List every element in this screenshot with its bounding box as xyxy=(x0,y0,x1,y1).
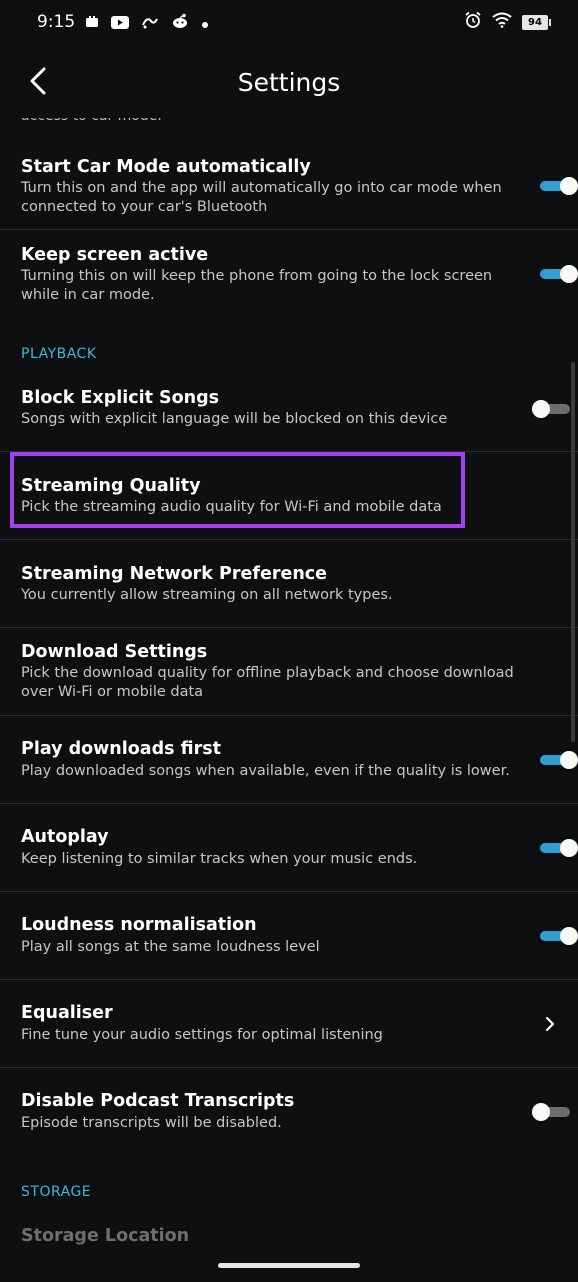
toggle-knob xyxy=(560,265,578,283)
setting-subtitle: Fine tune your audio settings for optima… xyxy=(21,1027,383,1043)
status-right-icons: 94 xyxy=(464,11,551,33)
toggle-knob xyxy=(560,927,578,945)
setting-title: Download Settings xyxy=(21,642,208,662)
play-downloads-first-toggle[interactable] xyxy=(540,751,578,769)
setting-streaming-network[interactable]: Streaming Network Preference You current… xyxy=(0,540,578,628)
setting-title: Equaliser xyxy=(21,1003,113,1023)
setting-start-car-mode[interactable]: Start Car Mode automatically Turn this o… xyxy=(0,144,578,230)
setting-equaliser[interactable]: Equaliser Fine tune your audio settings … xyxy=(0,980,578,1068)
setting-subtitle: You currently allow streaming on all net… xyxy=(21,587,393,603)
scrollbar[interactable] xyxy=(571,362,575,742)
setting-keep-screen-active[interactable]: Keep screen active Turning this on will … xyxy=(0,230,578,318)
setting-title: Autoplay xyxy=(21,827,109,847)
reddit-icon xyxy=(171,13,189,33)
setting-title: Play downloads first xyxy=(21,739,222,759)
wifi-icon xyxy=(492,12,512,32)
section-storage: STORAGE xyxy=(21,1184,92,1200)
navigation-bar xyxy=(0,1250,578,1282)
battery-icon: 94 xyxy=(522,14,551,30)
start-car-mode-toggle[interactable] xyxy=(540,177,578,195)
status-left-icons xyxy=(85,13,209,33)
setting-subtitle: Pick the download quality for offline pl… xyxy=(21,665,514,700)
settings-screen: 9:15 94 Settings Start Car Mode automati… xyxy=(0,0,578,1282)
setting-block-explicit[interactable]: Block Explicit Songs Songs with explicit… xyxy=(0,364,578,452)
toggle-knob xyxy=(532,400,550,418)
cast-icon xyxy=(85,14,99,33)
setting-title: Keep screen active xyxy=(21,245,209,265)
setting-subtitle: Songs with explicit language will be blo… xyxy=(21,411,448,427)
setting-title: Disable Podcast Transcripts xyxy=(21,1091,295,1111)
section-playback: PLAYBACK xyxy=(21,346,97,362)
setting-title: Start Car Mode automatically xyxy=(21,157,311,177)
setting-storage-location[interactable]: Storage Location xyxy=(21,1226,189,1246)
setting-title: Streaming Network Preference xyxy=(21,564,328,584)
status-time: 9:15 xyxy=(37,12,76,32)
page-title: Settings xyxy=(237,68,341,97)
highlight-annotation xyxy=(10,452,465,528)
app-icon xyxy=(141,14,159,33)
toggle-knob xyxy=(560,751,578,769)
setting-title: Loudness normalisation xyxy=(21,915,257,935)
disable-podcast-transcripts-toggle[interactable] xyxy=(532,1103,570,1121)
setting-subtitle: Turning this on will keep the phone from… xyxy=(21,268,493,303)
chevron-right-icon xyxy=(545,1016,555,1032)
autoplay-toggle[interactable] xyxy=(540,839,578,857)
home-indicator[interactable] xyxy=(218,1263,360,1268)
toggle-knob xyxy=(532,1103,550,1121)
top-app-bar: Settings xyxy=(0,44,578,118)
setting-subtitle: Play downloaded songs when available, ev… xyxy=(21,763,510,779)
setting-loudness-normalisation[interactable]: Loudness normalisation Play all songs at… xyxy=(0,892,578,980)
keep-screen-active-toggle[interactable] xyxy=(540,265,578,283)
status-bar: 9:15 94 xyxy=(0,0,578,44)
setting-disable-podcast-transcripts[interactable]: Disable Podcast Transcripts Episode tran… xyxy=(0,1068,578,1156)
setting-autoplay[interactable]: Autoplay Keep listening to similar track… xyxy=(0,804,578,892)
youtube-icon xyxy=(111,14,129,33)
setting-subtitle: Episode transcripts will be disabled. xyxy=(21,1115,282,1131)
setting-title: Block Explicit Songs xyxy=(21,388,220,408)
setting-subtitle: Turn this on and the app will automatica… xyxy=(21,180,502,215)
alarm-icon xyxy=(464,11,482,33)
setting-download-settings[interactable]: Download Settings Pick the download qual… xyxy=(0,628,578,716)
toggle-knob xyxy=(560,839,578,857)
dot-icon xyxy=(201,14,209,33)
loudness-normalisation-toggle[interactable] xyxy=(540,927,578,945)
setting-subtitle: Keep listening to similar tracks when yo… xyxy=(21,851,418,867)
toggle-knob xyxy=(560,177,578,195)
block-explicit-toggle[interactable] xyxy=(532,400,570,418)
setting-subtitle: Play all songs at the same loudness leve… xyxy=(21,939,320,955)
setting-play-downloads-first[interactable]: Play downloads first Play downloaded son… xyxy=(0,716,578,804)
